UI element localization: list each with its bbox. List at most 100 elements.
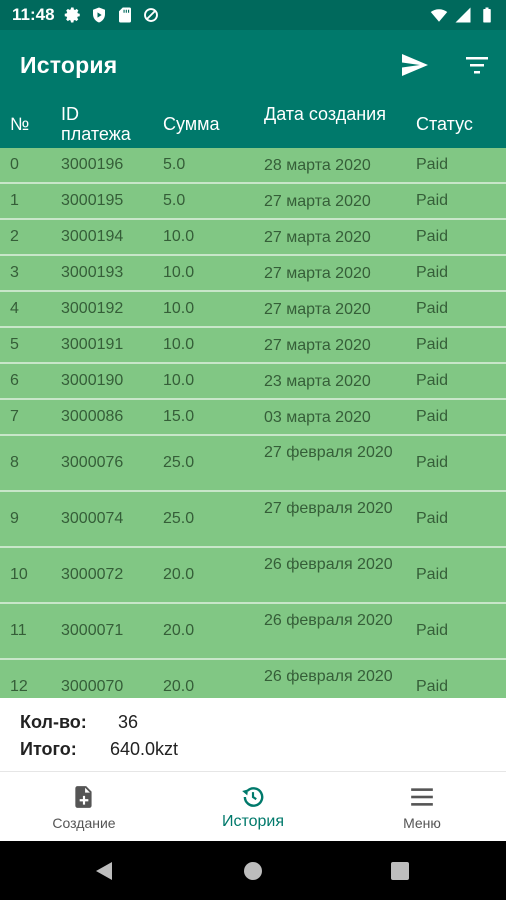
cell-status: Paid bbox=[416, 678, 449, 695]
cell-sum: 10.0 bbox=[163, 264, 195, 281]
home-icon[interactable] bbox=[241, 859, 265, 883]
payments-table[interactable]: 0 3000196 5.0 28 марта 2020 Paid 1 3000195 5.0 2… bbox=[0, 148, 506, 698]
table-row[interactable]: 1 3000195 5.0 27 марта 2020 Paid bbox=[0, 184, 506, 220]
cell-number: 7 bbox=[10, 408, 19, 425]
cell-status: Paid bbox=[416, 454, 449, 471]
nav-item-menu[interactable]: Меню bbox=[338, 772, 506, 841]
cell-date: 27 февраля 2020 bbox=[264, 500, 393, 517]
table-row[interactable]: 12 3000070 20.0 26 февраля 2020 Paid bbox=[0, 660, 506, 698]
cell-payment-id: 3000071 bbox=[61, 622, 124, 639]
app-bar: История bbox=[0, 30, 506, 100]
column-header-date: Дата создания bbox=[264, 104, 386, 124]
cell-sum: 20.0 bbox=[163, 678, 195, 695]
cell-status: Paid bbox=[416, 566, 449, 583]
cell-status: Paid bbox=[416, 300, 449, 317]
cell-number: 5 bbox=[10, 336, 19, 353]
cell-sum: 10.0 bbox=[163, 300, 195, 317]
table-row[interactable]: 2 3000194 10.0 27 марта 2020 Paid bbox=[0, 220, 506, 256]
cell-sum: 25.0 bbox=[163, 454, 195, 471]
column-header-sum: Сумма bbox=[163, 114, 220, 134]
cell-date: 27 марта 2020 bbox=[264, 301, 371, 318]
cell-sum: 20.0 bbox=[163, 622, 195, 639]
recents-icon[interactable] bbox=[388, 859, 412, 883]
filter-icon bbox=[466, 57, 488, 74]
notification-icons bbox=[64, 6, 160, 24]
table-row[interactable]: 11 3000071 20.0 26 февраля 2020 Paid bbox=[0, 604, 506, 660]
cell-number: 6 bbox=[10, 372, 19, 389]
cell-date: 26 февраля 2020 bbox=[264, 556, 393, 573]
back-icon[interactable] bbox=[92, 859, 116, 883]
settings-icon bbox=[64, 7, 80, 23]
cell-number: 11 bbox=[10, 622, 27, 639]
table-row[interactable]: 5 3000191 10.0 27 марта 2020 Paid bbox=[0, 328, 506, 364]
total-value: 640.0kzt bbox=[110, 739, 179, 759]
cell-sum: 25.0 bbox=[163, 510, 195, 527]
cell-status: Paid bbox=[416, 372, 449, 389]
nav-label-create: Создание bbox=[52, 815, 116, 831]
battery-icon bbox=[483, 7, 491, 23]
cell-payment-id: 3000195 bbox=[61, 192, 124, 209]
cell-sum: 10.0 bbox=[163, 372, 195, 389]
menu-icon bbox=[411, 788, 433, 806]
table-header: № ID платежа Сумма Дата создания Статус bbox=[0, 100, 506, 148]
cell-sum: 10.0 bbox=[163, 336, 195, 353]
history-icon bbox=[242, 787, 264, 807]
cell-number: 12 bbox=[10, 678, 28, 695]
cell-date: 27 марта 2020 bbox=[264, 337, 371, 354]
bottom-navigation: Создание История Меню bbox=[0, 772, 506, 841]
table-row[interactable]: 10 3000072 20.0 26 февраля 2020 Paid bbox=[0, 548, 506, 604]
count-label: Кол-во: bbox=[20, 712, 87, 732]
summary-panel: Кол-во: 36 Итого: 640.0kzt bbox=[0, 698, 506, 772]
table-row[interactable]: 0 3000196 5.0 28 марта 2020 Paid bbox=[0, 148, 506, 184]
cell-payment-id: 3000076 bbox=[61, 454, 124, 471]
cell-date: 26 февраля 2020 bbox=[264, 612, 393, 629]
send-button[interactable] bbox=[398, 49, 432, 81]
table-row[interactable]: 9 3000074 25.0 27 февраля 2020 Paid bbox=[0, 492, 506, 548]
column-header-status: Статус bbox=[416, 114, 473, 134]
cell-status: Paid bbox=[416, 264, 449, 281]
wifi-icon bbox=[430, 9, 448, 22]
table-row[interactable]: 7 3000086 15.0 03 марта 2020 Paid bbox=[0, 400, 506, 436]
status-bar: 11:48 bbox=[0, 0, 506, 30]
nav-item-create[interactable]: Создание bbox=[0, 772, 168, 841]
column-header-number: № bbox=[10, 114, 30, 134]
sd-card-icon bbox=[119, 7, 131, 23]
table-row[interactable]: 6 3000190 10.0 23 марта 2020 Paid bbox=[0, 364, 506, 400]
cell-number: 8 bbox=[10, 454, 19, 471]
filter-button[interactable] bbox=[460, 49, 494, 81]
cell-date: 27 марта 2020 bbox=[264, 265, 371, 282]
play-protect-icon bbox=[93, 7, 105, 23]
nav-label-menu: Меню bbox=[403, 815, 441, 831]
cell-status: Paid bbox=[416, 192, 449, 209]
cell-status: Paid bbox=[416, 336, 449, 353]
cell-date: 26 февраля 2020 bbox=[264, 668, 393, 685]
nav-item-history[interactable]: История bbox=[169, 772, 337, 841]
nav-label-history: История bbox=[221, 813, 285, 830]
cell-sum: 20.0 bbox=[163, 566, 195, 583]
cell-sum: 5.0 bbox=[163, 156, 186, 173]
table-row[interactable]: 3 3000193 10.0 27 марта 2020 Paid bbox=[0, 256, 506, 292]
cell-sum: 10.0 bbox=[163, 228, 195, 245]
system-navigation-bar bbox=[0, 841, 506, 900]
cell-status: Paid bbox=[416, 510, 449, 527]
cell-number: 0 bbox=[10, 156, 19, 173]
file-plus-icon bbox=[75, 786, 92, 808]
cell-date: 27 февраля 2020 bbox=[264, 444, 393, 461]
cell-payment-id: 3000086 bbox=[61, 408, 124, 425]
cell-sum: 5.0 bbox=[163, 192, 186, 209]
cell-payment-id: 3000191 bbox=[61, 336, 124, 353]
cell-status: Paid bbox=[416, 228, 449, 245]
cell-payment-id: 3000072 bbox=[61, 566, 124, 583]
cell-payment-id: 3000190 bbox=[61, 372, 124, 389]
cell-status: Paid bbox=[416, 156, 449, 173]
table-row[interactable]: 4 3000192 10.0 27 марта 2020 Paid bbox=[0, 292, 506, 328]
cell-number: 4 bbox=[10, 300, 19, 317]
cell-payment-id: 3000194 bbox=[61, 228, 124, 245]
cell-date: 03 марта 2020 bbox=[264, 409, 371, 426]
cell-number: 2 bbox=[10, 228, 19, 245]
table-row[interactable]: 8 3000076 25.0 27 февраля 2020 Paid bbox=[0, 436, 506, 492]
cell-payment-id: 3000193 bbox=[61, 264, 124, 281]
cell-number: 3 bbox=[10, 264, 19, 281]
signal-icon bbox=[455, 7, 471, 23]
cell-sum: 15.0 bbox=[163, 408, 195, 425]
